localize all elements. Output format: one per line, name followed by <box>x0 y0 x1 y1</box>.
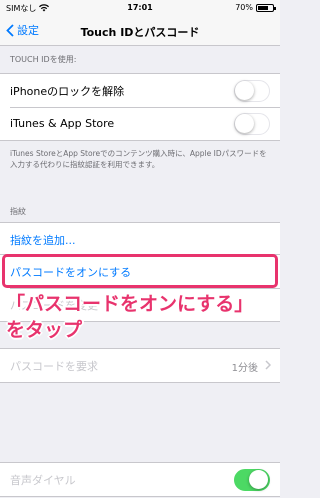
voice-dial-toggle[interactable] <box>234 469 270 491</box>
navigation-bar: 設定 Touch IDとパスコード <box>0 16 280 46</box>
touchid-group: iPhoneのロックを解除 iTunes & App Store <box>0 73 280 141</box>
battery-fill <box>258 5 268 10</box>
itunes-appstore-toggle[interactable] <box>234 113 270 135</box>
unlock-iphone-label: iPhoneのロックを解除 <box>10 84 125 98</box>
voice-dial-group: 音声ダイヤル <box>0 462 280 497</box>
toggle-knob <box>235 81 254 100</box>
fingerprint-section-header: 指紋 <box>10 207 26 216</box>
status-bar: SIMなし 17:01 70% <box>0 0 280 16</box>
toggle-knob <box>235 114 254 133</box>
status-right: 70% <box>235 3 276 12</box>
itunes-appstore-row: iTunes & App Store <box>0 107 280 140</box>
battery-icon <box>256 3 276 12</box>
add-fingerprint-row[interactable]: 指紋を追加... <box>0 223 280 256</box>
voice-dial-label: 音声ダイヤル <box>10 473 76 487</box>
touchid-footnote: iTunes StoreとApp Storeでのコンテンツ購入時に、Apple … <box>10 149 267 169</box>
toggle-knob <box>249 470 268 489</box>
unlock-iphone-toggle[interactable] <box>234 80 270 102</box>
fingerprint-group: 指紋を追加... <box>0 222 280 257</box>
page-title: Touch IDとパスコード <box>80 26 200 39</box>
battery-percent: 70% <box>235 3 253 12</box>
unlock-iphone-row: iPhoneのロックを解除 <box>0 74 280 107</box>
require-passcode-value: 1分後 <box>231 363 258 374</box>
tap-highlight-frame <box>2 254 278 288</box>
chevron-right-icon <box>265 360 271 370</box>
annotation-line-2: をタップ <box>6 319 83 341</box>
require-passcode-group: パスコードを要求 1分後 <box>0 348 280 383</box>
itunes-appstore-label: iTunes & App Store <box>10 117 115 130</box>
add-fingerprint-label: 指紋を追加... <box>10 233 76 247</box>
annotation-line-1: 「パスコードをオンにする」 <box>6 293 254 315</box>
require-passcode-row: パスコードを要求 1分後 <box>0 349 280 382</box>
touchid-section-header: TOUCH IDを使用: <box>10 55 77 64</box>
require-passcode-label: パスコードを要求 <box>10 359 98 373</box>
voice-dial-row: 音声ダイヤル <box>0 463 280 496</box>
